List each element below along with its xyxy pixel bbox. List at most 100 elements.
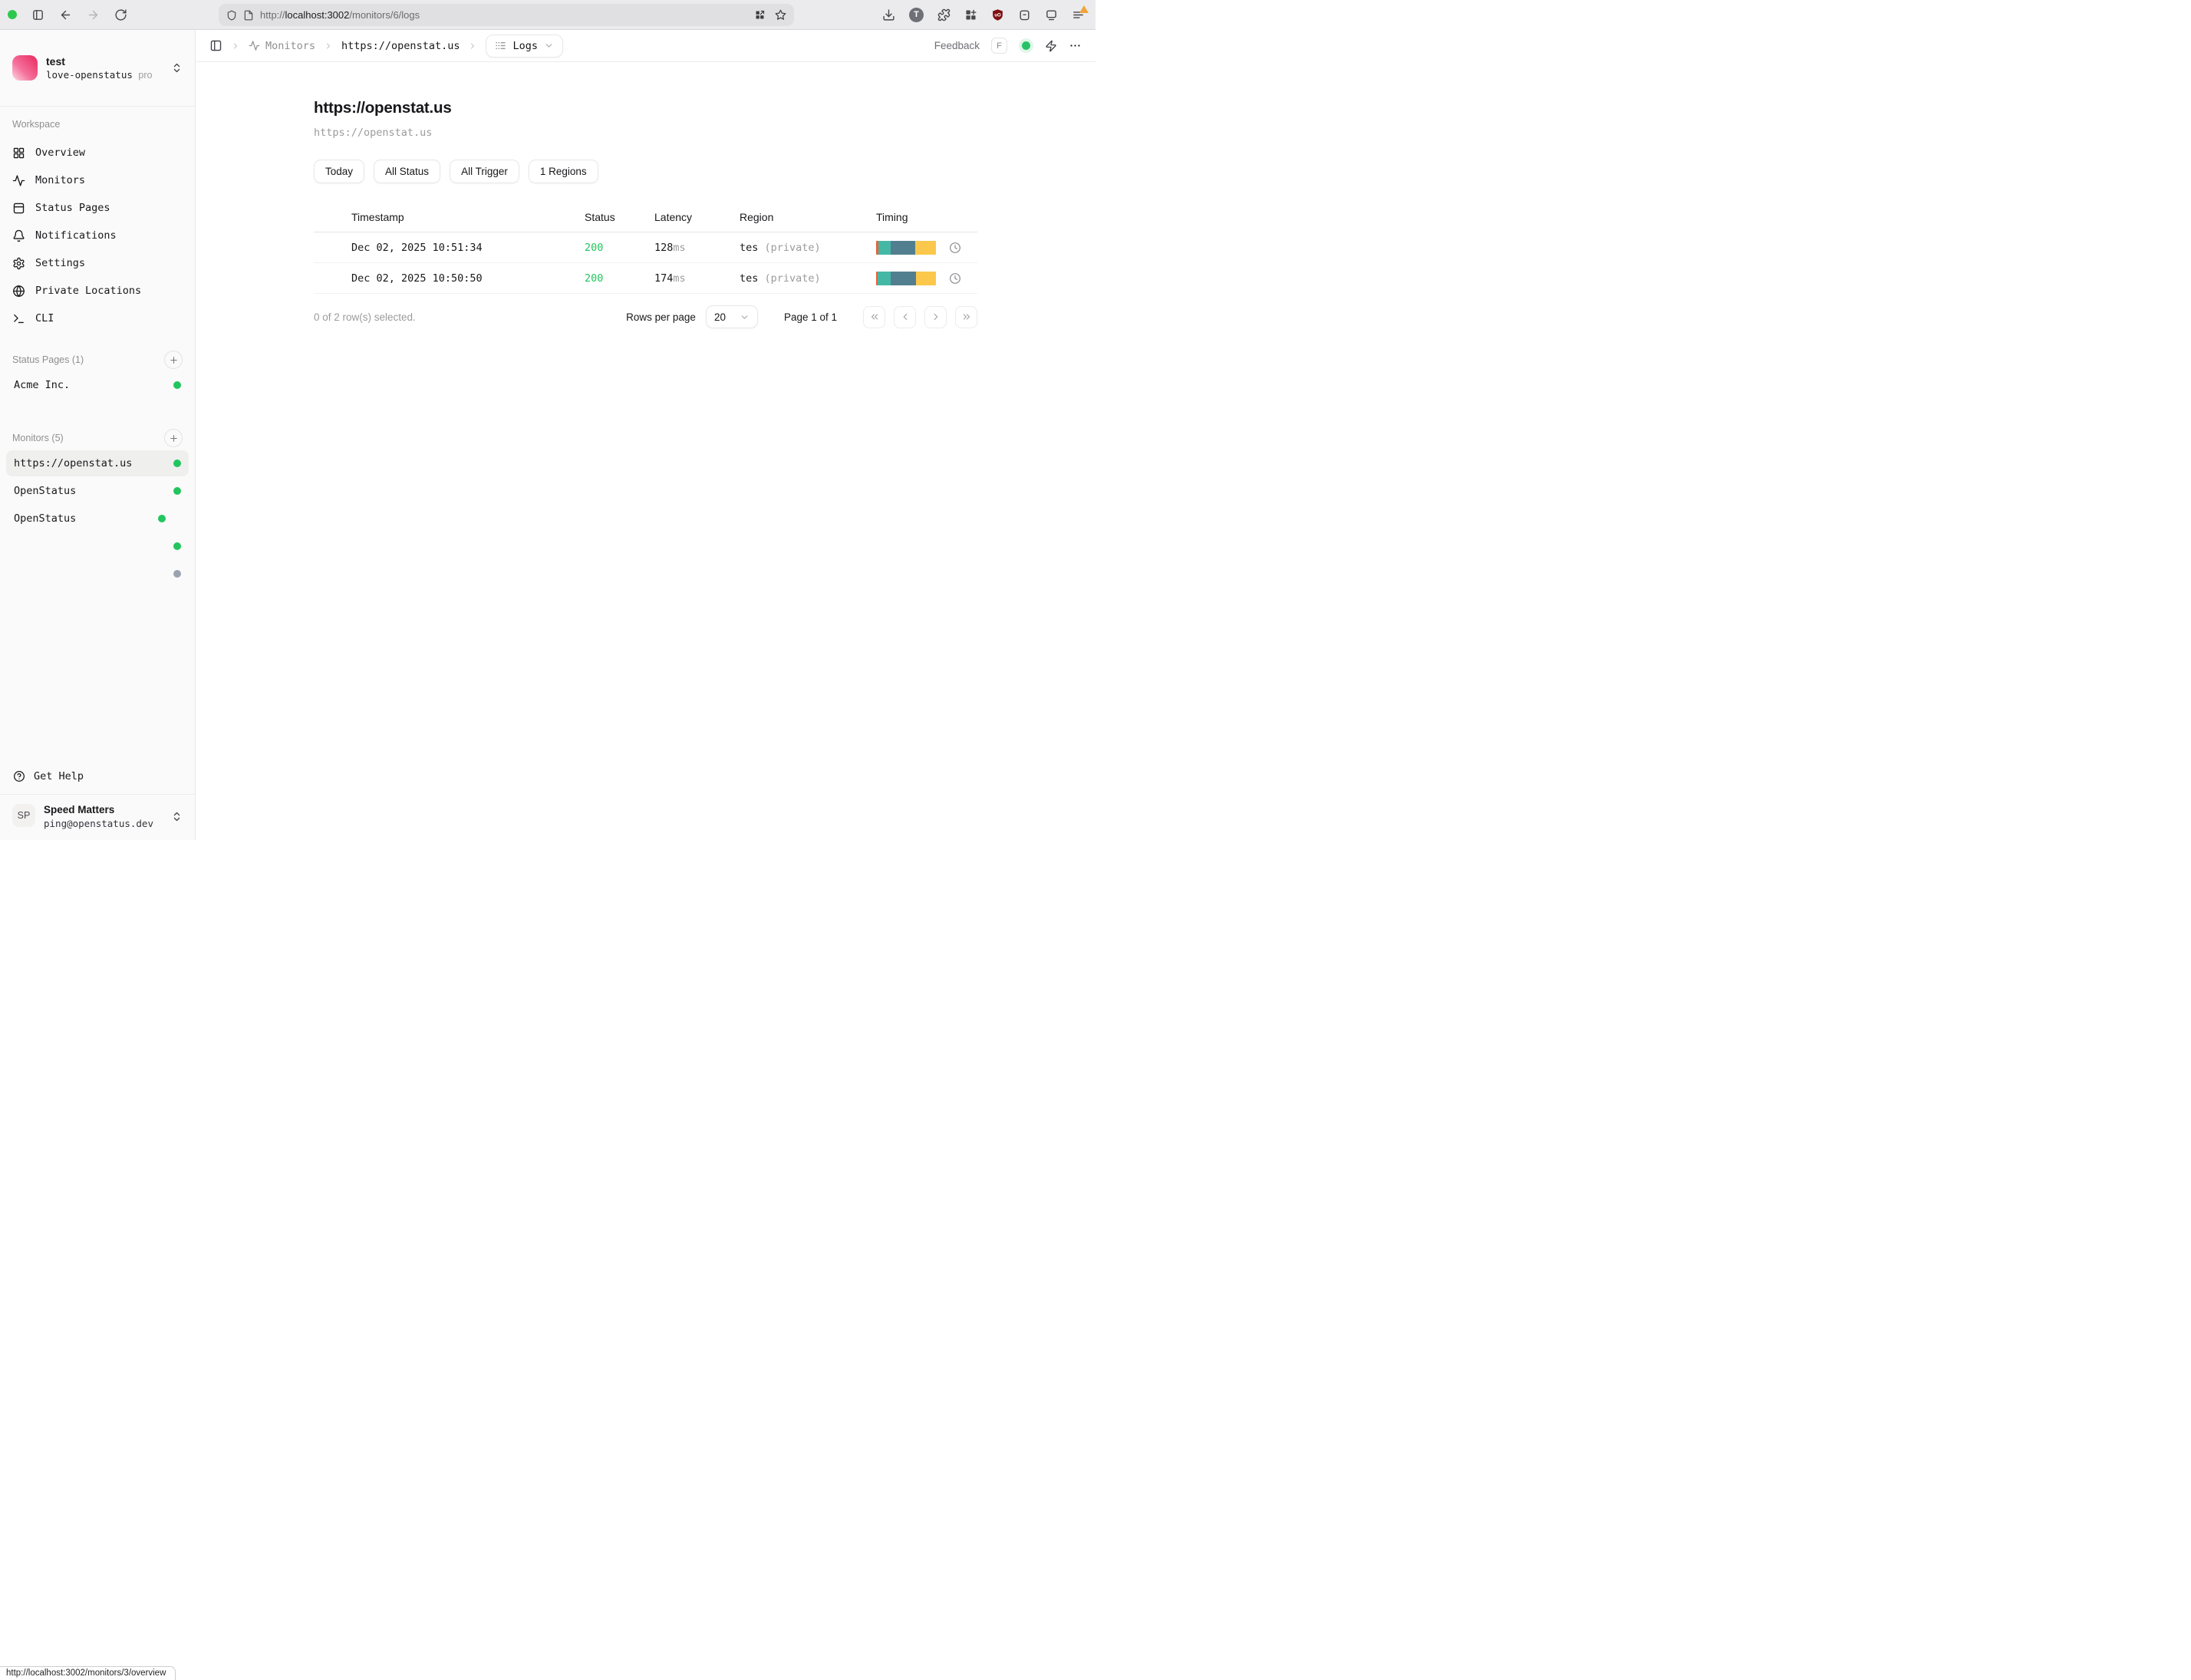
more-options-icon[interactable] [1069,39,1082,52]
reload-button[interactable] [114,8,127,21]
window-traffic-light[interactable] [8,10,17,19]
monitor-item[interactable]: https://openstat.us [6,450,189,476]
back-button[interactable] [59,8,72,21]
cell-timestamp: Dec 02, 2025 10:50:50 [351,272,585,285]
next-page-button[interactable] [924,306,947,328]
container-box-icon[interactable] [1018,8,1031,21]
sidebar-item-label: Settings [35,257,85,269]
profile-avatar[interactable]: T [909,8,924,22]
col-timestamp[interactable]: Timestamp [351,211,585,223]
activity-icon [249,40,260,51]
system-status-dot[interactable] [1022,41,1030,50]
filter-regions-button[interactable]: 1 Regions [529,160,598,183]
status-pages-section: Status Pages (1) Acme Inc. [0,349,195,398]
status-dot [173,381,181,389]
monitor-item[interactable] [6,561,189,587]
sidebar-item-label: Notifications [35,229,117,242]
downloads-icon[interactable] [882,8,895,21]
link-preview-statusbar: http://localhost:3002/monitors/3/overvie… [0,1666,176,1680]
sidebar-item-notifications[interactable]: Notifications [6,222,189,249]
col-region[interactable]: Region [740,211,876,223]
sidebar-item-private-locations[interactable]: Private Locations [6,277,189,305]
bookmark-star-icon[interactable] [775,9,786,21]
rows-selected-text: 0 of 2 row(s) selected. [314,311,626,323]
col-latency[interactable]: Latency [654,211,740,223]
sidebar-toggle-icon[interactable] [31,8,44,21]
globe-icon [12,285,25,298]
chevrons-up-down-icon [171,62,183,74]
status-dot [173,460,181,467]
workspace-plan-badge: pro [138,70,152,81]
table-row[interactable]: Dec 02, 2025 10:51:34 200 128ms tes (pri… [314,232,977,263]
sidebar-item-label: Private Locations [35,285,141,297]
monitors-section-label: Monitors (5) [12,433,64,443]
status-dot [173,542,181,550]
forward-button[interactable] [87,8,100,21]
help-circle-icon [13,770,25,782]
workspace-switcher[interactable]: test love-openstatus pro [0,30,195,107]
chevron-right-icon [231,41,240,51]
monitor-item[interactable] [6,533,189,559]
breadcrumb-monitor-name[interactable]: https://openstat.us [341,40,460,52]
sidebar-item-monitors[interactable]: Monitors [6,166,189,194]
breadcrumb-monitors[interactable]: Monitors [249,40,315,52]
table-footer: 0 of 2 row(s) selected. Rows per page 20… [314,305,977,328]
rows-per-page-value: 20 [714,311,726,323]
get-help-label: Get Help [34,770,84,782]
add-monitor-button[interactable] [164,429,183,447]
user-name: Speed Matters [44,804,163,815]
rows-per-page-select[interactable]: 20 [706,305,758,328]
panel-top-icon [12,202,25,215]
last-page-button[interactable] [955,306,977,328]
zap-icon[interactable] [1045,40,1057,52]
status-page-item[interactable]: Acme Inc. [6,372,189,398]
monitor-item[interactable]: OpenStatus [6,478,189,504]
filter-period-button[interactable]: Today [314,160,364,183]
monitor-name: https://openstat.us [14,457,132,469]
screen-window-icon[interactable] [1045,8,1058,21]
app-menu-icon[interactable] [1072,8,1085,21]
filter-trigger-button[interactable]: All Trigger [450,160,519,183]
update-badge [1079,5,1089,13]
chevrons-up-down-icon [171,811,183,822]
sidebar-item-settings[interactable]: Settings [6,249,189,277]
url-text[interactable]: http://localhost:3002/monitors/6/logs [260,9,748,21]
col-status[interactable]: Status [585,211,654,223]
sidebar-item-cli[interactable]: CLI [6,305,189,332]
panel-left-toggle-icon[interactable] [209,39,222,52]
feedback-link[interactable]: Feedback [934,40,980,51]
address-bar[interactable]: http://localhost:3002/monitors/6/logs [219,4,794,26]
password-manager-icon[interactable] [754,9,766,21]
table-row[interactable]: Dec 02, 2025 10:50:50 200 174ms tes (pri… [314,263,977,294]
sidebar: test love-openstatus pro Workspace Overv… [0,30,196,840]
extensions-grid-icon[interactable] [964,8,977,21]
sidebar-item-label: CLI [35,312,54,324]
monitor-name: OpenStatus [14,485,76,497]
clock-icon[interactable] [949,242,977,254]
col-timing[interactable]: Timing [876,211,949,223]
sidebar-item-overview[interactable]: Overview [6,139,189,166]
logs-table: Timestamp Status Latency Region Timing D… [314,202,977,294]
first-page-button[interactable] [863,306,885,328]
previous-page-button[interactable] [894,306,916,328]
clock-icon[interactable] [949,272,977,285]
filter-status-button[interactable]: All Status [374,160,440,183]
add-status-page-button[interactable] [164,351,183,369]
adblock-shield-icon[interactable]: uO [991,8,1004,21]
sidebar-item-status-pages[interactable]: Status Pages [6,194,189,222]
status-dot [173,487,181,495]
grid-icon [12,147,25,160]
gear-icon [12,257,25,270]
main-panel: Monitors https://openstat.us Logs Feedba… [196,30,1096,840]
monitor-item[interactable]: OpenStatus [6,506,189,532]
view-selector-logs[interactable]: Logs [486,35,563,58]
page-info-icon[interactable] [243,10,254,21]
get-help-link[interactable]: Get Help [0,759,195,794]
tracking-protection-shield-icon[interactable] [226,10,237,21]
pagination-controls [863,306,977,328]
extension-puzzle-icon[interactable] [937,8,951,21]
status-dot [173,570,181,578]
sidebar-item-label: Status Pages [35,202,110,214]
workspace-avatar [12,55,38,81]
user-menu[interactable]: SP Speed Matters ping@openstatus.dev [0,794,195,840]
